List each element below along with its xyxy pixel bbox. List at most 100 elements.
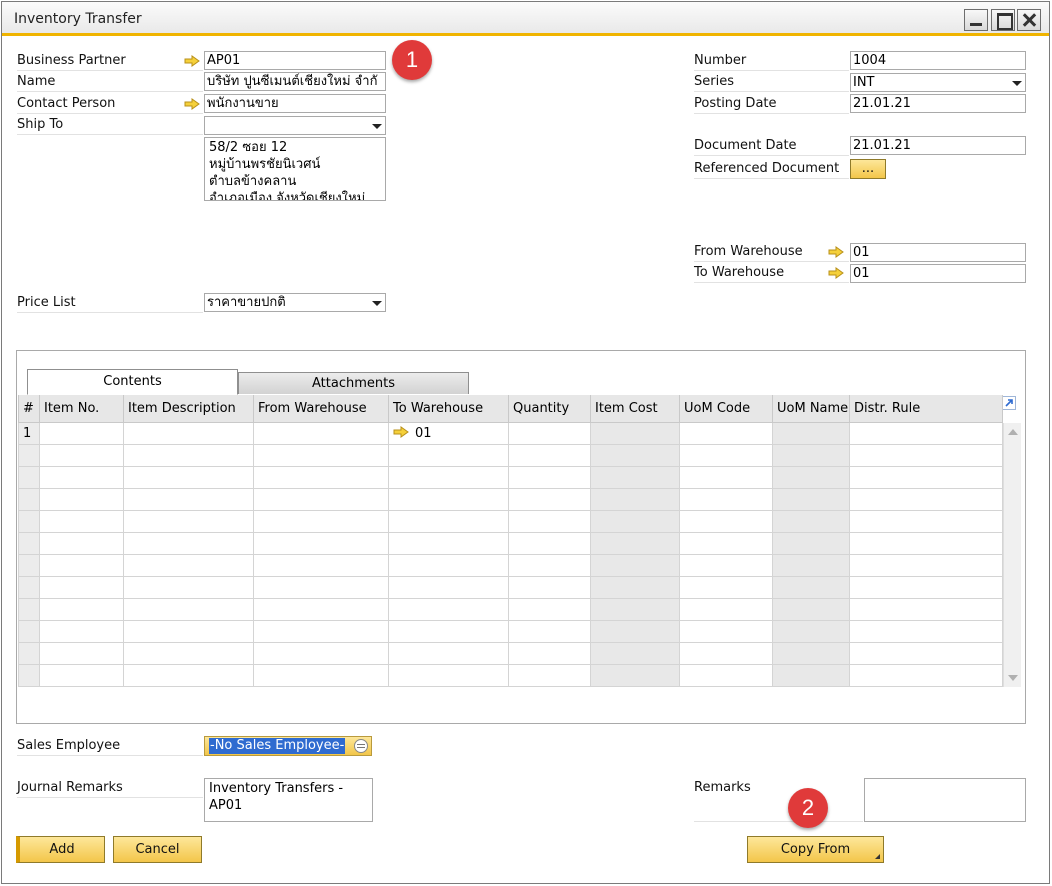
grid-cell[interactable] <box>772 663 850 687</box>
grid-cell[interactable] <box>679 597 773 621</box>
price-list-select[interactable]: ราคาขายปกติ <box>204 293 386 312</box>
contact-person-field[interactable]: พนักงานขาย <box>204 94 386 113</box>
from-warehouse-field[interactable]: 01 <box>850 243 1026 262</box>
grid-cell[interactable] <box>123 663 254 687</box>
grid-cell[interactable] <box>39 641 124 665</box>
close-button[interactable] <box>1017 9 1041 31</box>
name-field[interactable]: บริษัท ปูนซีเมนต์เชียงใหม่ จำกั <box>204 72 386 91</box>
grid-cell[interactable] <box>508 553 591 577</box>
column-header[interactable]: Quantity <box>508 395 591 423</box>
grid-cell[interactable] <box>508 597 591 621</box>
grid-cell[interactable] <box>849 641 1003 665</box>
to-warehouse-field[interactable]: 01 <box>850 264 1026 283</box>
maximize-button[interactable] <box>991 9 1015 31</box>
copy-from-button[interactable]: Copy From <box>747 836 884 863</box>
grid-cell[interactable] <box>590 443 680 467</box>
grid-cell[interactable] <box>39 663 124 687</box>
grid-cell[interactable] <box>849 663 1003 687</box>
to-warehouse-link-arrow-icon[interactable] <box>828 267 844 279</box>
item-no-cell[interactable] <box>39 421 124 445</box>
grid-cell[interactable] <box>388 663 509 687</box>
from-warehouse-cell[interactable] <box>253 421 389 445</box>
grid-cell[interactable] <box>508 465 591 489</box>
grid-cell[interactable] <box>849 619 1003 643</box>
grid-cell[interactable] <box>679 641 773 665</box>
grid-cell[interactable] <box>253 597 389 621</box>
grid-cell[interactable] <box>508 575 591 599</box>
sales-employee-field[interactable]: -No Sales Employee- <box>204 736 372 756</box>
grid-cell[interactable] <box>772 465 850 489</box>
column-header[interactable]: Item Description <box>123 395 254 423</box>
business-partner-field[interactable]: AP01 <box>204 51 386 70</box>
from-warehouse-link-arrow-icon[interactable] <box>828 246 844 258</box>
grid-cell[interactable] <box>253 641 389 665</box>
table-row-empty[interactable] <box>18 443 1003 467</box>
grid-cell[interactable] <box>849 465 1003 489</box>
column-header[interactable]: Item Cost <box>590 395 680 423</box>
table-row-empty[interactable] <box>18 663 1003 687</box>
grid-cell[interactable] <box>508 531 591 555</box>
grid-cell[interactable] <box>590 509 680 533</box>
grid-cell[interactable] <box>123 465 254 489</box>
grid-cell[interactable] <box>849 597 1003 621</box>
grid-cell[interactable] <box>679 509 773 533</box>
item-description-cell[interactable] <box>123 421 254 445</box>
grid-cell[interactable] <box>772 641 850 665</box>
grid-cell[interactable] <box>772 597 850 621</box>
grid-cell[interactable] <box>253 575 389 599</box>
series-select[interactable]: INT <box>850 73 1026 92</box>
distr-rule-cell[interactable] <box>849 421 1003 445</box>
tab-contents[interactable]: Contents <box>27 369 238 395</box>
ship-to-address[interactable]: 58/2 ซอย 12 หมู่บ้านพรชัยนิเวศน์ ตำบลข้า… <box>204 137 386 201</box>
table-row[interactable]: 1 01 <box>18 421 1003 445</box>
grid-cell[interactable] <box>123 531 254 555</box>
grid-cell[interactable] <box>772 487 850 511</box>
grid-cell[interactable] <box>772 575 850 599</box>
grid-cell[interactable] <box>590 597 680 621</box>
grid-cell[interactable] <box>253 443 389 467</box>
grid-cell[interactable] <box>508 663 591 687</box>
grid-cell[interactable] <box>123 597 254 621</box>
business-partner-link-arrow-icon[interactable] <box>184 55 200 67</box>
table-row-empty[interactable] <box>18 575 1003 599</box>
grid-cell[interactable] <box>388 575 509 599</box>
grid-cell[interactable] <box>39 509 124 533</box>
grid-cell[interactable] <box>772 553 850 577</box>
grid-cell[interactable] <box>508 509 591 533</box>
grid-cell[interactable] <box>772 509 850 533</box>
grid-cell[interactable] <box>849 531 1003 555</box>
grid-cell[interactable] <box>253 663 389 687</box>
grid-cell[interactable] <box>679 553 773 577</box>
list-choose-icon[interactable] <box>354 739 368 753</box>
grid-cell[interactable] <box>253 553 389 577</box>
grid-cell[interactable] <box>508 487 591 511</box>
grid-cell[interactable] <box>849 443 1003 467</box>
grid-cell[interactable] <box>123 443 254 467</box>
column-header[interactable]: UoM Name <box>772 395 850 423</box>
grid-cell[interactable] <box>123 641 254 665</box>
column-header[interactable]: Item No. <box>39 395 124 423</box>
grid-cell[interactable] <box>253 509 389 533</box>
grid-cell[interactable] <box>253 465 389 489</box>
grid-cell[interactable] <box>849 509 1003 533</box>
grid-cell[interactable] <box>39 487 124 511</box>
grid-cell[interactable] <box>123 509 254 533</box>
column-header[interactable]: UoM Code <box>679 395 773 423</box>
document-date-field[interactable]: 21.01.21 <box>850 136 1026 155</box>
grid-cell[interactable] <box>849 487 1003 511</box>
column-header[interactable]: To Warehouse <box>388 395 509 423</box>
referenced-document-button[interactable]: ... <box>850 159 886 179</box>
grid-cell[interactable] <box>679 531 773 555</box>
tab-attachments[interactable]: Attachments <box>238 372 469 394</box>
grid-cell[interactable] <box>772 443 850 467</box>
grid-cell[interactable] <box>508 443 591 467</box>
grid-cell[interactable] <box>39 443 124 467</box>
scroll-up-icon[interactable] <box>1008 429 1018 435</box>
grid-cell[interactable] <box>388 443 509 467</box>
grid-cell[interactable] <box>508 619 591 643</box>
grid-cell[interactable] <box>772 531 850 555</box>
remarks-field[interactable] <box>864 778 1026 822</box>
grid-cell[interactable] <box>679 619 773 643</box>
grid-cell[interactable] <box>388 465 509 489</box>
grid-cell[interactable] <box>590 663 680 687</box>
